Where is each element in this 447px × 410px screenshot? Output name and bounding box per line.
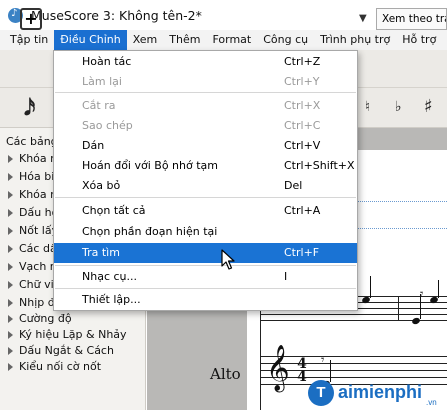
menu-item-cut[interactable]: Cắt ra Ctrl+X <box>54 96 357 116</box>
expand-arrow-icon <box>8 263 13 271</box>
expand-arrow-icon <box>8 299 13 307</box>
treble-clef-icon: 𝄞 <box>266 345 290 391</box>
menu-help[interactable]: Hỗ trợ <box>396 30 442 50</box>
menu-add[interactable]: Thêm <box>163 30 206 50</box>
mouse-pointer-icon <box>221 249 235 270</box>
expand-arrow-icon <box>8 315 13 323</box>
menu-file[interactable]: Tập tin <box>4 30 54 50</box>
menu-item-undo[interactable]: Hoàn tác Ctrl+Z <box>54 52 357 72</box>
note-stem <box>370 276 371 298</box>
palette-item[interactable]: Nốt lấy <box>8 222 58 240</box>
edit-menu-dropdown: Hoàn tác Ctrl+Z Làm lại Ctrl+Y Cắt ra Ctrl+… <box>53 50 358 311</box>
expand-arrow-icon <box>8 281 13 289</box>
flat-icon[interactable]: ♭ <box>395 99 402 115</box>
menu-item-swap-clipboard[interactable]: Hoán đổi với Bộ nhớ tạm Ctrl+Shift+X <box>54 156 357 176</box>
expand-arrow-icon <box>8 155 13 163</box>
rest-icon: 𝄾 <box>420 287 424 302</box>
palette-item[interactable]: Vạch n <box>8 258 57 276</box>
expand-arrow-icon <box>8 245 13 253</box>
palette-item[interactable]: Các dấ <box>8 240 57 258</box>
view-mode-select[interactable]: Xem theo trang <box>376 8 447 30</box>
menu-item-redo[interactable]: Làm lại Ctrl+Y <box>54 72 357 92</box>
expand-arrow-icon <box>8 347 13 355</box>
rest-icon: 𝄾 <box>321 353 325 368</box>
menu-item-paste[interactable]: Dán Ctrl+V <box>54 136 357 156</box>
expand-arrow-icon <box>8 227 13 235</box>
expand-arrow-icon <box>8 191 13 199</box>
watermark-logo: T aimienphi .vn <box>308 376 447 410</box>
window-title: MuseScore 3: Không tên-2* <box>31 7 202 23</box>
menu-separator <box>55 288 356 289</box>
menu-item-copy[interactable]: Sao chép Ctrl+C <box>54 116 357 136</box>
expand-arrow-icon <box>8 173 13 181</box>
expand-arrow-icon <box>8 363 13 371</box>
menu-item-select-section[interactable]: Chọn phần đoạn hiện tại <box>54 222 357 242</box>
note-input-icon[interactable]: 𝅘𝅥𝅯 <box>24 96 35 121</box>
menu-edit[interactable]: Điều Chỉnh <box>54 30 127 50</box>
system-barline <box>260 296 261 410</box>
watermark-tld: .vn <box>426 398 437 407</box>
menu-item-instruments[interactable]: Nhạc cụ... I <box>54 267 357 287</box>
staff-line <box>260 314 447 315</box>
watermark-text: aimienphi <box>338 382 423 402</box>
barline <box>398 296 399 321</box>
menu-item-delete[interactable]: Xóa bỏ Del <box>54 176 357 196</box>
note-stem <box>438 280 439 298</box>
palette-item[interactable]: Khóa n <box>8 150 57 168</box>
expand-arrow-icon <box>8 209 13 217</box>
menu-separator <box>55 265 356 266</box>
palette-item[interactable]: Dấu hó <box>8 204 58 222</box>
frame-guide <box>350 228 447 229</box>
menu-tools[interactable]: Công cụ <box>257 30 314 50</box>
menu-separator <box>55 197 356 198</box>
menu-separator <box>55 92 356 93</box>
menu-bar: Tập tin Điều Chỉnh Xem Thêm Format Công … <box>0 30 447 50</box>
new-score-icon[interactable]: + <box>20 8 42 30</box>
chevron-down-icon[interactable]: ▼ <box>359 13 367 24</box>
menu-item-find[interactable]: Tra tìm Ctrl+F <box>54 243 357 263</box>
expand-arrow-icon <box>8 331 13 339</box>
sharp-icon[interactable]: ♯ <box>424 96 433 117</box>
natural-icon[interactable]: ♮ <box>365 99 370 115</box>
instrument-name: Alto <box>210 365 241 383</box>
frame-guide <box>350 201 447 202</box>
menu-item-select-all[interactable]: Chọn tất cả Ctrl+A <box>54 201 357 221</box>
menu-view[interactable]: Xem <box>127 30 164 50</box>
menu-format[interactable]: Format <box>206 30 257 50</box>
time-signature[interactable]: 4 4 <box>296 357 308 384</box>
watermark-badge: T <box>308 380 334 406</box>
palette-item[interactable]: Kiểu nối cờ nốt <box>8 358 101 376</box>
palette-item[interactable]: Khóa n <box>8 186 57 204</box>
menu-item-preferences[interactable]: Thiết lập... <box>54 290 357 310</box>
menu-plugins[interactable]: Trình phụ trợ <box>314 30 396 50</box>
